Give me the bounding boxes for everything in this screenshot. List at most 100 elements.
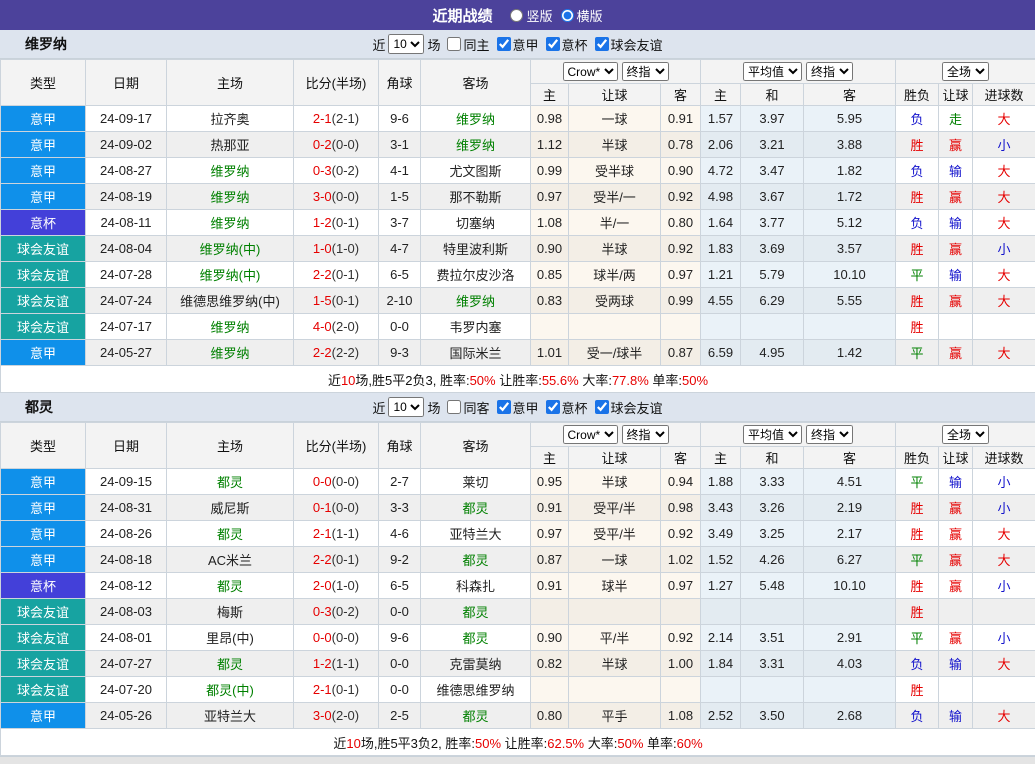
away-team-cell: 都灵 [421, 625, 531, 651]
result-cell: 胜 [896, 599, 939, 625]
home-team-cell: 维罗纳(中) [167, 262, 294, 288]
handicap-result-cell: 输 [939, 262, 973, 288]
league-checkbox-friendly[interactable] [595, 400, 609, 414]
games-label: 场 [427, 35, 440, 54]
away-team-cell: 维罗纳 [421, 288, 531, 314]
same-venue-checkbox[interactable] [447, 400, 461, 414]
page-bottom-strip [0, 756, 1035, 764]
goals-result-cell: 小 [973, 573, 1035, 599]
home-team-cell: 都灵 [167, 573, 294, 599]
handicap-result-cell: 赢 [939, 547, 973, 573]
summary-segment: 62.5% [547, 736, 584, 751]
away-team-cell: 费拉尔皮沙洛 [421, 262, 531, 288]
away-team-cell: 莱切 [421, 469, 531, 495]
corner-cell: 2-5 [379, 703, 421, 729]
avg-final-select[interactable]: 终指 [806, 425, 853, 444]
odds-source-select[interactable]: Crow* [563, 62, 618, 81]
avg-home-cell: 1.64 [701, 210, 741, 236]
corner-cell: 9-6 [379, 625, 421, 651]
league-checkbox-friendly[interactable] [595, 37, 609, 51]
league-checkbox-serie-a[interactable] [497, 37, 511, 51]
layout-radio-horizontal-label: 横版 [577, 6, 603, 25]
same-venue-filter[interactable]: 同主 [443, 35, 489, 54]
league-filter-coppa[interactable]: 意杯 [542, 398, 588, 417]
goals-result-cell: 大 [973, 547, 1035, 573]
avg-draw-cell: 5.48 [741, 573, 804, 599]
date-cell: 24-09-02 [86, 132, 167, 158]
match-row: 球会友谊24-07-17维罗纳4-0(2-0)0-0韦罗内塞胜 [1, 314, 1035, 340]
same-venue-filter[interactable]: 同客 [443, 398, 489, 417]
match-count-select[interactable]: 10 [388, 397, 424, 417]
score-cell: 1-2(0-1) [294, 210, 379, 236]
goals-result-cell: 小 [973, 236, 1035, 262]
summary-row: 近10场,胜5平2负3, 胜率:50% 让胜率:55.6% 大率:77.8% 单… [1, 366, 1035, 393]
summary-segment: 77.8% [612, 373, 649, 388]
league-filter-friendly[interactable]: 球会友谊 [591, 35, 663, 54]
away-odds-cell: 0.92 [661, 521, 701, 547]
avg-away-cell: 2.68 [804, 703, 896, 729]
summary-segment: 10 [341, 373, 355, 388]
score-cell: 0-3(0-2) [294, 158, 379, 184]
same-venue-checkbox[interactable] [447, 37, 461, 51]
league-filter-friendly[interactable]: 球会友谊 [591, 398, 663, 417]
league-checkbox-coppa[interactable] [546, 400, 560, 414]
score-cell: 2-1(2-1) [294, 106, 379, 132]
away-team-cell: 都灵 [421, 495, 531, 521]
result-cell: 负 [896, 651, 939, 677]
avg-draw-cell: 3.77 [741, 210, 804, 236]
layout-option-vertical[interactable]: 竖版 [510, 6, 552, 25]
match-row: 意杯24-08-11维罗纳1-2(0-1)3-7切塞纳1.08半/一0.801.… [1, 210, 1035, 236]
avg-source-select[interactable]: 平均值 [743, 62, 802, 81]
col-header-away: 客场 [421, 60, 531, 106]
avg-group-header: 平均值终指 [701, 423, 896, 447]
sub-header-result: 胜负 [896, 447, 939, 469]
league-filter-serie-a[interactable]: 意甲 [493, 35, 539, 54]
scope-select[interactable]: 全场 [942, 62, 989, 81]
league-checkbox-coppa[interactable] [546, 37, 560, 51]
col-header-type: 类型 [1, 60, 86, 106]
match-row: 球会友谊24-07-28维罗纳(中)2-2(0-1)6-5费拉尔皮沙洛0.85球… [1, 262, 1035, 288]
handicap-result-cell: 赢 [939, 236, 973, 262]
score-cell: 2-2(0-1) [294, 547, 379, 573]
league-filter-coppa[interactable]: 意杯 [542, 35, 588, 54]
avg-final-select[interactable]: 终指 [806, 62, 853, 81]
avg-home-cell: 4.55 [701, 288, 741, 314]
result-cell: 负 [896, 210, 939, 236]
goals-result-cell [973, 677, 1035, 703]
result-cell: 平 [896, 547, 939, 573]
avg-away-cell: 2.91 [804, 625, 896, 651]
filters: 近 10 场 同客 意甲 意杯 球会友谊 [372, 397, 662, 417]
handicap-result-cell: 输 [939, 210, 973, 236]
layout-radio-vertical[interactable] [510, 9, 523, 22]
away-odds-cell: 0.97 [661, 262, 701, 288]
score-cell: 0-1(0-0) [294, 495, 379, 521]
match-row: 球会友谊24-07-24维德思维罗纳(中)1-5(0-1)2-10维罗纳0.83… [1, 288, 1035, 314]
odds-final-select[interactable]: 终指 [622, 62, 669, 81]
away-odds-cell: 0.78 [661, 132, 701, 158]
goals-result-cell: 大 [973, 703, 1035, 729]
away-team-cell: 亚特兰大 [421, 521, 531, 547]
summary-segment: 大率: [584, 736, 617, 751]
layout-option-horizontal[interactable]: 横版 [561, 6, 603, 25]
avg-source-select[interactable]: 平均值 [743, 425, 802, 444]
odds-group-header: Crow*终指 [531, 423, 701, 447]
avg-home-cell: 1.21 [701, 262, 741, 288]
league-checkbox-serie-a[interactable] [497, 400, 511, 414]
scope-select[interactable]: 全场 [942, 425, 989, 444]
home-odds-cell: 0.98 [531, 106, 569, 132]
odds-source-select[interactable]: Crow* [563, 425, 618, 444]
match-count-select[interactable]: 10 [388, 34, 424, 54]
handicap-cell: 平手 [569, 703, 661, 729]
goals-result-cell: 大 [973, 288, 1035, 314]
away-odds-cell: 0.99 [661, 288, 701, 314]
layout-radio-horizontal[interactable] [561, 9, 574, 22]
league-filter-serie-a[interactable]: 意甲 [493, 398, 539, 417]
away-team-cell: 维德思维罗纳 [421, 677, 531, 703]
goals-result-cell [973, 314, 1035, 340]
league-type-cell: 球会友谊 [1, 677, 86, 703]
away-odds-cell: 1.08 [661, 703, 701, 729]
corner-cell: 4-6 [379, 521, 421, 547]
sub-header-avg-draw: 和 [741, 84, 804, 106]
handicap-result-cell [939, 314, 973, 340]
odds-final-select[interactable]: 终指 [622, 425, 669, 444]
